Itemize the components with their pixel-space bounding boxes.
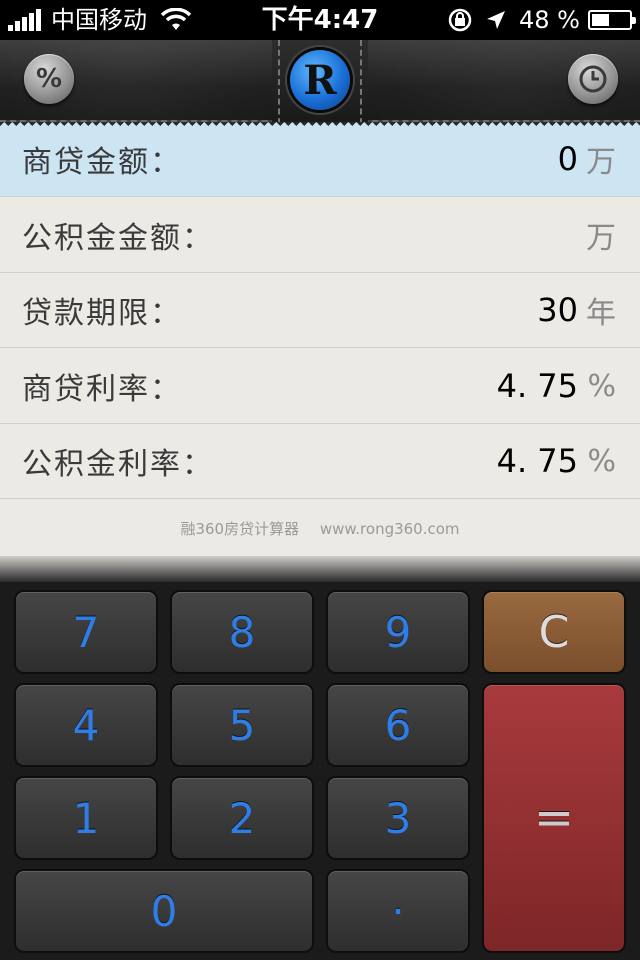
location-arrow-icon xyxy=(487,11,506,29)
clear-button[interactable]: C xyxy=(484,592,624,672)
logo-letter: R xyxy=(303,56,337,104)
battery-fill xyxy=(592,14,609,26)
rotation-lock-icon xyxy=(448,8,472,32)
provident-fund-amount-row[interactable]: 公积金金额： 万 xyxy=(0,198,640,273)
row-label: 商贷金额： xyxy=(22,145,182,180)
commercial-rate-row[interactable]: 商贷利率： 4. 75 % xyxy=(0,349,640,424)
zigzag-edge xyxy=(0,122,640,130)
clock-icon xyxy=(579,65,607,93)
row-unit: % xyxy=(587,443,616,479)
loan-term-value: 30 xyxy=(537,291,578,329)
key-1[interactable]: 1 xyxy=(16,778,156,858)
equals-button[interactable]: = xyxy=(484,685,624,951)
provident-fund-rate-value: 4. 75 xyxy=(496,442,578,480)
battery-percent: 48 % xyxy=(519,6,580,34)
key-2[interactable]: 2 xyxy=(172,778,312,858)
percent-icon: % xyxy=(35,64,63,94)
key-4[interactable]: 4 xyxy=(16,685,156,765)
key-6[interactable]: 6 xyxy=(328,685,468,765)
keypad: 7 8 9 C 4 5 6 1 2 3 = 0 · xyxy=(0,582,640,960)
history-button[interactable] xyxy=(568,54,618,104)
footer-note: 融360房贷计算器 www.rong360.com xyxy=(0,518,640,539)
key-5[interactable]: 5 xyxy=(172,685,312,765)
row-unit: 年 xyxy=(586,296,616,331)
row-label: 商贷利率： xyxy=(22,372,182,407)
row-label: 公积金金额： xyxy=(22,221,214,256)
row-label: 贷款期限： xyxy=(22,296,182,331)
form-bottom-shadow xyxy=(0,556,640,582)
decimal-point-key[interactable]: · xyxy=(328,871,468,951)
key-9[interactable]: 9 xyxy=(328,592,468,672)
key-3[interactable]: 3 xyxy=(328,778,468,858)
key-0[interactable]: 0 xyxy=(16,871,312,951)
row-unit: % xyxy=(587,368,616,404)
status-right: 48 % xyxy=(447,0,636,40)
footer-website: www.rong360.com xyxy=(319,520,460,538)
loan-term-row[interactable]: 贷款期限： 30 年 xyxy=(0,273,640,348)
status-bar: 中国移动 下午4:47 48 % xyxy=(0,0,640,40)
rate-settings-button[interactable]: % xyxy=(24,54,74,104)
key-7[interactable]: 7 xyxy=(16,592,156,672)
footer-app-name: 融360房贷计算器 xyxy=(180,520,300,538)
commercial-loan-amount-value: 0 xyxy=(557,140,578,178)
commercial-rate-value: 4. 75 xyxy=(496,367,578,405)
battery-icon xyxy=(588,10,636,30)
key-8[interactable]: 8 xyxy=(172,592,312,672)
app-logo-icon: R xyxy=(290,50,350,110)
provident-fund-rate-row[interactable]: 公积金利率： 4. 75 % xyxy=(0,424,640,499)
row-label: 公积金利率： xyxy=(22,447,214,482)
row-unit: 万 xyxy=(586,221,616,256)
row-unit: 万 xyxy=(586,145,616,180)
commercial-loan-amount-row[interactable]: 商贷金额： 0 万 xyxy=(0,122,640,197)
